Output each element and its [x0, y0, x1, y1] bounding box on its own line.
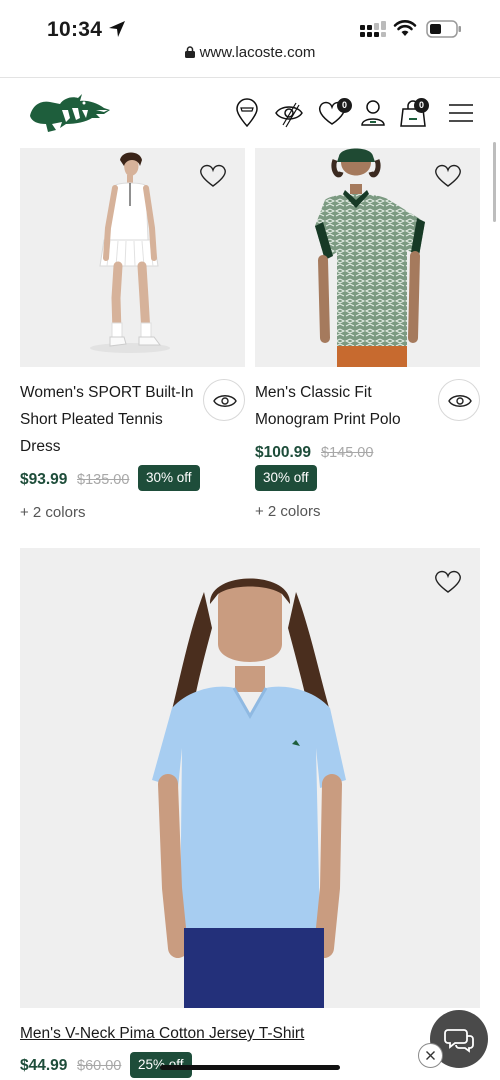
clock: 10:34	[47, 18, 103, 41]
sale-price: $44.99	[20, 1057, 68, 1074]
product-name[interactable]: Men's V-Neck Pima Cotton Jersey T-Shirt	[20, 1020, 304, 1047]
signal-icon	[360, 21, 386, 37]
address-bar[interactable]: www.lacoste.com	[0, 44, 500, 76]
account-icon[interactable]	[358, 98, 388, 128]
sale-price: $100.99	[255, 444, 312, 461]
status-bar: 10:34	[0, 0, 500, 44]
eye-icon	[448, 395, 472, 407]
v-neck-tshirt-photo	[20, 548, 480, 1008]
eye-icon	[213, 395, 237, 407]
lock-icon	[184, 46, 195, 58]
site-header: 0 0	[0, 78, 500, 148]
close-icon	[426, 1051, 435, 1060]
product-name-line: Men's Classic Fit	[255, 384, 372, 401]
product-image[interactable]	[20, 548, 480, 1008]
wifi-icon	[393, 20, 417, 36]
add-to-wishlist-heart-icon[interactable]	[434, 162, 462, 188]
url-text: www.lacoste.com	[199, 44, 316, 61]
add-to-wishlist-heart-icon[interactable]	[434, 568, 462, 594]
original-price: $135.00	[77, 472, 130, 488]
add-to-wishlist-heart-icon[interactable]	[199, 162, 227, 188]
quick-view-button[interactable]	[438, 379, 480, 421]
product-name-line: Dress	[20, 438, 61, 455]
wishlist-count-badge: 0	[337, 98, 352, 113]
product-name-line: Short Pleated Tennis	[20, 411, 163, 428]
product-name[interactable]: Women's SPORT Built-In Short Pleated Ten…	[20, 379, 200, 460]
home-indicator[interactable]	[160, 1065, 340, 1070]
product-name-line: Monogram Print Polo	[255, 411, 401, 428]
close-chat-button[interactable]	[418, 1043, 443, 1068]
recently-viewed-icon[interactable]	[274, 98, 304, 128]
scrollbar[interactable]	[493, 142, 496, 222]
sale-price: $93.99	[20, 471, 68, 488]
discount-badge: 30% off	[138, 465, 200, 491]
original-price: $60.00	[77, 1058, 122, 1074]
product-name[interactable]: Men's Classic Fit Monogram Print Polo	[255, 379, 435, 433]
product-name-line: Women's SPORT Built-In	[20, 384, 194, 401]
location-arrow-icon	[109, 21, 125, 37]
original-price: $145.00	[321, 445, 374, 461]
color-options-link[interactable]: + 2 colors	[255, 503, 320, 520]
color-options-link[interactable]: + 2 colors	[20, 504, 85, 521]
store-locator-icon[interactable]	[232, 98, 262, 128]
battery-icon	[426, 20, 461, 38]
menu-icon[interactable]	[446, 98, 476, 128]
discount-badge: 30% off	[255, 465, 317, 491]
cart-count-badge: 0	[414, 98, 429, 113]
lacoste-crocodile-logo[interactable]	[26, 88, 112, 138]
quick-view-button[interactable]	[203, 379, 245, 421]
